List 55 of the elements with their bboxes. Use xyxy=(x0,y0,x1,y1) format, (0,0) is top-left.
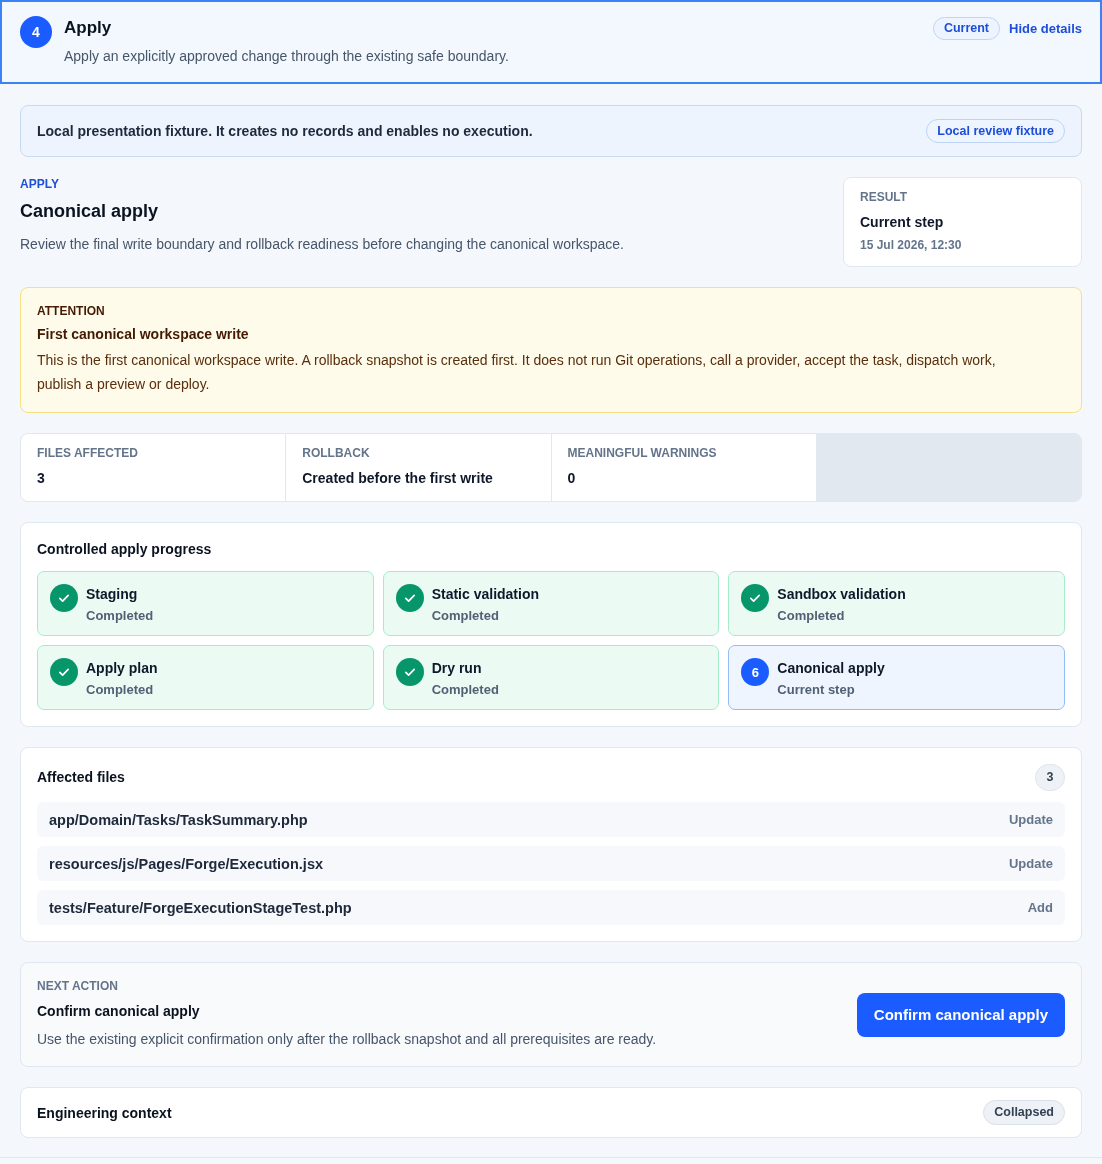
check-icon xyxy=(741,584,770,612)
step-status: Current step xyxy=(777,681,856,699)
stat-label: FILES AFFECTED xyxy=(37,446,139,460)
step-title: Apply xyxy=(64,17,113,39)
check-icon xyxy=(50,584,78,612)
step-status: Completed xyxy=(777,607,846,625)
step-name: Sandbox validation xyxy=(777,585,906,604)
file-path: app/Domain/Tasks/TaskSummary.php xyxy=(49,810,308,830)
status-badge: Current xyxy=(932,17,1001,40)
result-timestamp: 15 Jul 2026, 12:30 xyxy=(860,237,963,253)
step-status: Completed xyxy=(431,607,500,625)
result-label: RESULT xyxy=(860,190,909,204)
progress-title: Controlled apply progress xyxy=(37,540,213,559)
step-name: Dry run xyxy=(431,659,483,678)
step-status: Completed xyxy=(86,607,154,625)
step-name: Apply plan xyxy=(86,659,158,678)
next-action-title: Confirm canonical apply xyxy=(37,1002,201,1021)
check-icon xyxy=(50,658,78,686)
file-path: resources/js/Pages/Forge/Execution.jsx xyxy=(49,854,323,874)
file-action: Update xyxy=(1008,854,1053,873)
stat-label: MEANINGFUL WARNINGS xyxy=(567,446,718,460)
file-count-badge: 3 xyxy=(1035,763,1065,791)
result-value: Current step xyxy=(860,213,945,232)
file-path: tests/Feature/ForgeExecutionStageTest.php xyxy=(49,898,352,918)
check-icon xyxy=(395,584,424,612)
step-status: Completed xyxy=(86,681,155,699)
stat-label: ROLLBACK xyxy=(302,446,371,460)
collapsed-badge: Collapsed xyxy=(983,1100,1065,1125)
section-title: Canonical apply xyxy=(20,200,160,223)
stat-value: Created before the first write xyxy=(302,469,494,488)
files-title: Affected files xyxy=(37,768,125,787)
file-action: Add xyxy=(1027,898,1053,917)
file-action: Update xyxy=(1008,810,1053,829)
step-name: Canonical apply xyxy=(777,659,885,678)
step-name: Static validation xyxy=(431,585,539,604)
next-action-label: NEXT ACTION xyxy=(37,979,119,993)
stat-value: 0 xyxy=(567,469,577,488)
engineering-context-title: Engineering context xyxy=(37,1103,172,1123)
stat-value: 3 xyxy=(37,469,46,488)
section-description: Review the final write boundary and rollback readiness before changing the canonical workspace. xyxy=(20,235,624,254)
hide-details-link[interactable]: Hide details xyxy=(1009,21,1082,36)
confirm-button[interactable]: Confirm canonical apply xyxy=(856,992,1065,1037)
step-number: 6 xyxy=(741,658,770,686)
notice-text: Local presentation fixture. It creates no records and enables no execution. xyxy=(37,122,533,141)
step-name: Staging xyxy=(86,585,139,604)
step-status: Completed xyxy=(431,681,499,699)
next-action-description: Use the existing explicit confirmation only after the rollback snapshot and all prerequisites are ready. xyxy=(37,1030,657,1049)
attention-title: First canonical workspace write xyxy=(37,325,250,344)
step-description: Apply an explicitly approved change through the existing safe boundary. xyxy=(64,47,510,66)
attention-text: This is the first canonical workspace write. A rollback snapshot is created first. It does not run Git operations, call a provider, accept the task, dispatch work, publish a preview or deploy. xyxy=(37,351,997,394)
step-number: 4 xyxy=(20,16,52,48)
fixture-badge: Local review fixture xyxy=(926,119,1065,143)
check-icon xyxy=(395,658,424,686)
section-eyebrow: APPLY xyxy=(20,177,60,191)
attention-label: ATTENTION xyxy=(37,304,106,318)
